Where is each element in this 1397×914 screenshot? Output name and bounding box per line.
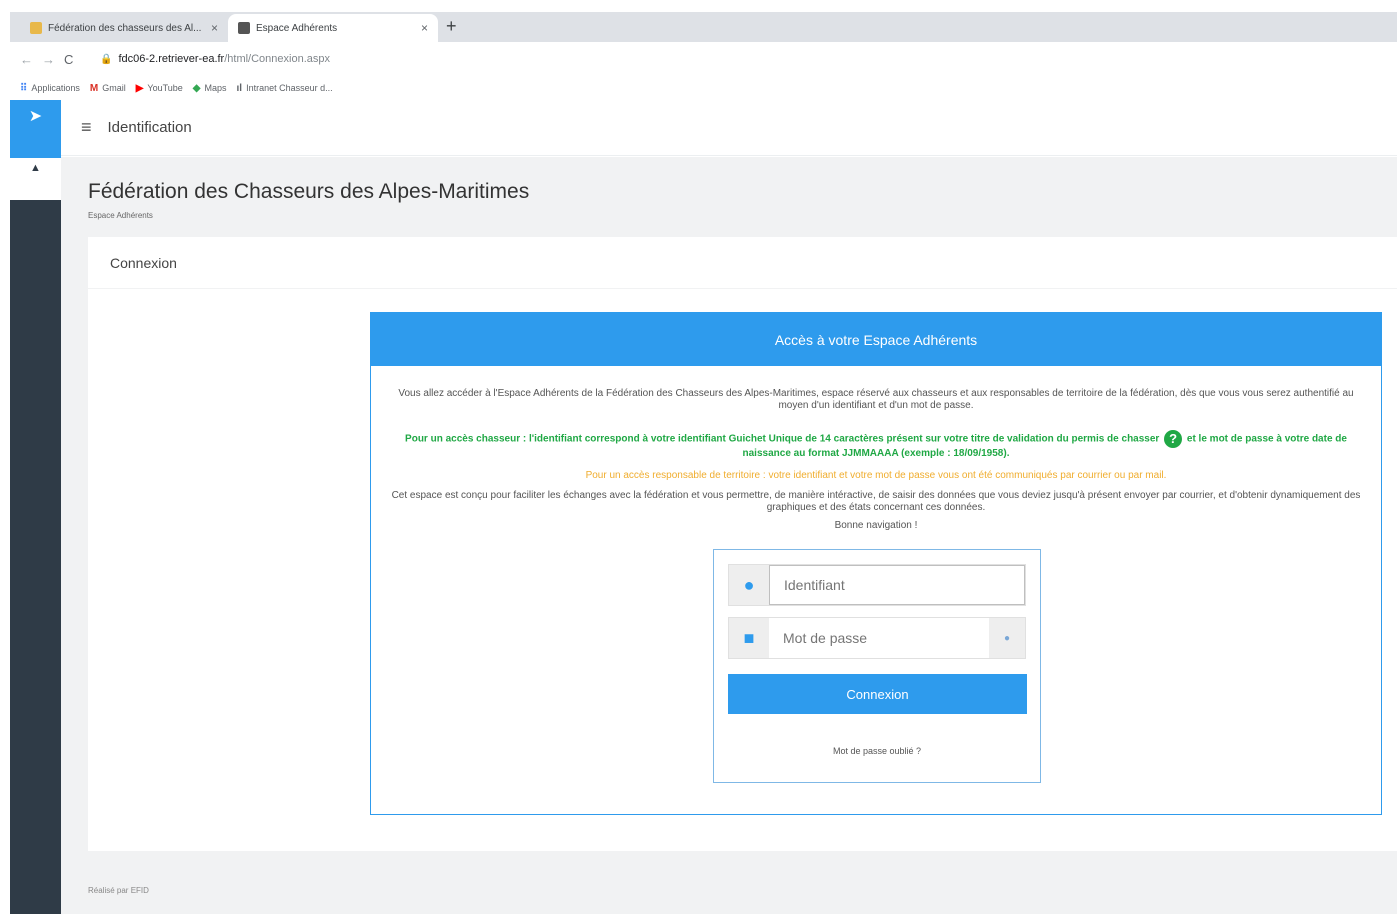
- url-host: fdc06-2.retriever-ea.fr: [118, 53, 225, 65]
- help-icon[interactable]: ?: [1164, 430, 1183, 448]
- user-icon: ▲: [30, 162, 41, 174]
- browser-tabstrip: Fédération des chasseurs des Al... × Esp…: [0, 0, 1397, 42]
- panel-body: Vous allez accéder à l'Espace Adhérents …: [371, 366, 1381, 532]
- sidebar-logo[interactable]: ➤: [10, 100, 61, 158]
- hunter-access-text: Pour un accès chasseur : l'identifiant c…: [387, 430, 1365, 460]
- bookmarks-bar: ⠿ Applications M Gmail ▶ YouTube ◆ Maps ıl In…: [0, 76, 1397, 100]
- top-bar: ≡ Identification: [61, 100, 1397, 156]
- back-arrow-icon[interactable]: ←: [20, 52, 42, 67]
- chart-icon: ıl: [236, 82, 243, 94]
- bookmark-label: YouTube: [147, 83, 183, 93]
- breadcrumb: Espace Adhérents: [88, 211, 153, 220]
- lock-icon: ■: [729, 618, 769, 658]
- url-field[interactable]: fdc06-2.retriever-ea.fr/html/Connexion.a…: [118, 53, 330, 65]
- youtube-icon: ▶: [135, 82, 144, 94]
- bookmark-gmail[interactable]: M Gmail: [90, 83, 126, 94]
- topbar-title: Identification: [107, 119, 192, 136]
- purpose-text: Cet espace est conçu pour faciliter les …: [391, 490, 1361, 513]
- browser-tab-espace-adherents[interactable]: Espace Adhérents ×: [228, 14, 438, 42]
- tab-close-icon[interactable]: ×: [211, 21, 218, 35]
- gmail-icon: M: [89, 82, 99, 94]
- bookmark-label: Applications: [31, 83, 80, 93]
- manager-access-text: Pour un accès responsable de territoire …: [585, 470, 1167, 481]
- panel-title: Accès à votre Espace Adhérents: [371, 313, 1381, 366]
- card-title: Connexion: [88, 237, 1397, 289]
- apps-grid-icon: ⠿: [20, 82, 28, 94]
- page-title: Fédération des Chasseurs des Alpes-Marit…: [88, 180, 530, 203]
- username-group: ●: [728, 564, 1026, 606]
- bookmark-youtube[interactable]: ▶ YouTube: [136, 83, 183, 94]
- bookmark-applications[interactable]: ⠿ Applications: [20, 83, 80, 94]
- reload-icon[interactable]: C: [64, 52, 86, 67]
- bookmark-label: Intranet Chasseur d...: [246, 83, 333, 93]
- footer-credit: Réalisé par EFID: [88, 886, 149, 895]
- tab-title: Fédération des chasseurs des Al...: [48, 22, 202, 34]
- bookmark-label: Maps: [204, 83, 227, 93]
- browser-tab-federation[interactable]: Fédération des chasseurs des Al... ×: [20, 14, 228, 42]
- access-panel: Accès à votre Espace Adhérents Vous alle…: [370, 312, 1382, 815]
- new-tab-button[interactable]: +: [446, 16, 457, 37]
- connexion-button[interactable]: Connexion: [728, 674, 1027, 714]
- hamburger-menu-icon[interactable]: ≡: [81, 117, 92, 138]
- url-path: /html/Connexion.aspx: [224, 53, 330, 65]
- show-password-icon[interactable]: ●: [989, 618, 1025, 658]
- address-bar: ← → C 🔒 fdc06-2.retriever-ea.fr/html/Con…: [0, 42, 1397, 76]
- user-icon: ●: [729, 565, 769, 605]
- greeting-text: Bonne navigation !: [834, 520, 918, 531]
- username-input[interactable]: [769, 565, 1025, 605]
- lock-icon[interactable]: 🔒: [100, 54, 112, 65]
- intro-text: Vous allez accéder à l'Espace Adhérents …: [398, 388, 1354, 411]
- password-input[interactable]: [769, 618, 989, 658]
- login-form: ● ■ ● Connexion Mot de passe oublié ?: [713, 549, 1041, 783]
- password-group: ■ ●: [728, 617, 1026, 659]
- site-favicon-icon: [238, 22, 250, 34]
- forgot-password-link[interactable]: Mot de passe oublié ?: [714, 746, 1040, 756]
- forward-arrow-icon[interactable]: →: [42, 52, 64, 67]
- tab-close-icon[interactable]: ×: [421, 21, 428, 35]
- site-favicon-icon: [30, 22, 42, 34]
- bookmark-maps[interactable]: ◆ Maps: [193, 83, 227, 94]
- bookmark-label: Gmail: [102, 83, 126, 93]
- app-sidebar: ➤ ▲: [10, 100, 61, 914]
- paper-plane-icon: ➤: [28, 108, 43, 125]
- sidebar-item-login[interactable]: ▲: [10, 158, 61, 200]
- maps-icon: ◆: [192, 82, 201, 94]
- bookmark-intranet[interactable]: ıl Intranet Chasseur d...: [237, 83, 333, 94]
- hunter-access-text-a: Pour un accès chasseur : l'identifiant c…: [405, 433, 1160, 445]
- tab-title: Espace Adhérents: [256, 22, 338, 34]
